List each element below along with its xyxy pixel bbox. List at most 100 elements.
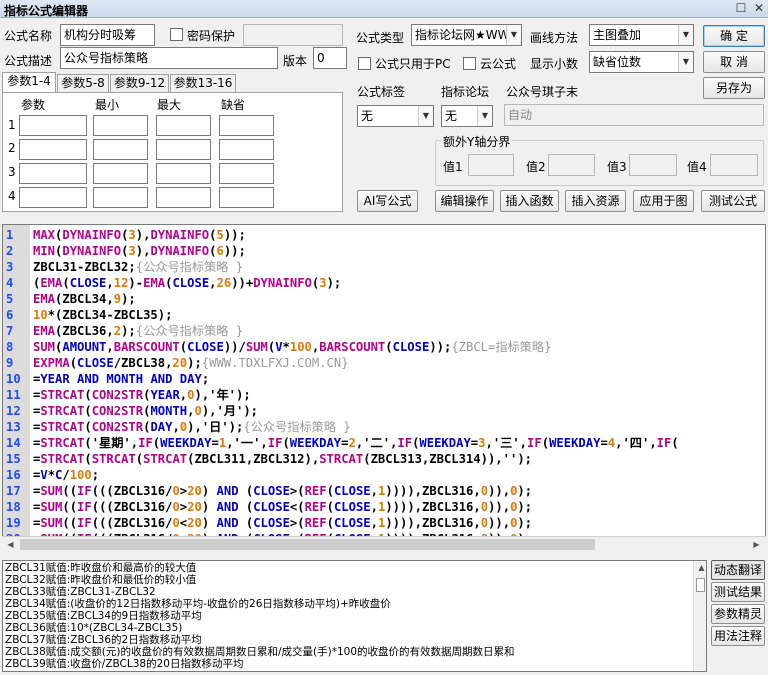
param-min-input[interactable] bbox=[93, 139, 148, 160]
code-line[interactable]: 12 =STRCAT(CON2STR(MONTH,0),'月'); bbox=[3, 403, 763, 419]
code-line[interactable]: 2 MIN(DYNAINFO(3),DYNAINFO(6)); bbox=[3, 243, 763, 259]
tab-params-5-8[interactable]: 参数5-8 bbox=[57, 74, 109, 92]
version-label: 版本 bbox=[283, 54, 308, 68]
formula-desc-input[interactable]: 公众号指标策略 bbox=[60, 47, 278, 69]
password-checkbox[interactable] bbox=[170, 28, 183, 41]
param-row-number: 3 bbox=[8, 165, 16, 179]
param-default-input[interactable] bbox=[219, 115, 274, 136]
decimals-select[interactable]: 缺省位数 ▼ bbox=[589, 51, 694, 73]
param-min-input[interactable] bbox=[93, 187, 148, 208]
formula-name-input[interactable]: 机构分时吸筹 bbox=[60, 24, 155, 46]
code-line[interactable]: 18 =SUM((IF(((ZBCL316/0>20) AND (CLOSE<(R… bbox=[3, 499, 763, 515]
close-icon[interactable]: ✕ bbox=[751, 1, 767, 16]
tab-params-1-4[interactable]: 参数1-4 bbox=[2, 72, 56, 93]
code-editor[interactable]: 1 MAX(DYNAINFO(3),DYNAINFO(5)); 2 MIN(DYNAI… bbox=[2, 224, 766, 552]
code-line[interactable]: 13 =STRCAT(CON2STR(DAY,0),'日');{公众号指标策略 } bbox=[3, 419, 763, 435]
tab-params-13-16[interactable]: 参数13-16 bbox=[170, 74, 236, 92]
scroll-right-icon[interactable]: ▶ bbox=[749, 538, 764, 552]
code-line[interactable]: 11 =STRCAT(CON2STR(YEAR,0),'年'); bbox=[3, 387, 763, 403]
wechat-input[interactable]: 自动 bbox=[504, 104, 764, 126]
param-min-input[interactable] bbox=[93, 115, 148, 136]
edit-ops-button[interactable]: 编辑操作 bbox=[435, 190, 494, 212]
translation-line: ZBCL38赋值:成交额(元)的收盘价的有效数据周期数日累和/成交量(手)*10… bbox=[5, 646, 515, 658]
line-number: 16 bbox=[3, 467, 30, 483]
code-line[interactable]: 3 ZBCL31-ZBCL32;{公众号指标策略 } bbox=[3, 259, 763, 275]
param-max-input[interactable] bbox=[156, 187, 211, 208]
code-line[interactable]: 14 =STRCAT('星期',IF(WEEKDAY=1,'一',IF(WEEKD… bbox=[3, 435, 763, 451]
line-number: 19 bbox=[3, 515, 30, 531]
code-text: =STRCAT('星期',IF(WEEKDAY=1,'一',IF(WEEKDAY… bbox=[33, 436, 679, 450]
test-results-button[interactable]: 测试结果 bbox=[711, 582, 765, 602]
scroll-left-icon[interactable]: ◀ bbox=[3, 538, 18, 552]
code-line[interactable]: 9 EXPMA(CLOSE/ZBCL38,20);{WWW.TDXLFXJ.COM… bbox=[3, 355, 763, 371]
code-line[interactable]: 6 10*(ZBCL34-ZBCL35); bbox=[3, 307, 763, 323]
param-max-input[interactable] bbox=[156, 163, 211, 184]
vertical-scrollbar[interactable]: ▲ bbox=[693, 561, 706, 671]
scrollbar-thumb[interactable] bbox=[696, 578, 705, 592]
chevron-down-icon: ▼ bbox=[678, 25, 693, 45]
dynamic-translate-button[interactable]: 动态翻译 bbox=[711, 560, 765, 580]
scrollbar-thumb[interactable] bbox=[20, 539, 595, 550]
param-min-input[interactable] bbox=[93, 163, 148, 184]
save-as-button[interactable]: 另存为 bbox=[703, 77, 765, 99]
code-line[interactable]: 1 MAX(DYNAINFO(3),DYNAINFO(5)); bbox=[3, 227, 763, 243]
code-line[interactable]: 5 EMA(ZBCL34,9); bbox=[3, 291, 763, 307]
translation-line: ZBCL33赋值:ZBCL31-ZBCL32 bbox=[5, 586, 156, 598]
formula-tag-label: 公式标签 bbox=[357, 85, 406, 99]
param-header-name: 参数 bbox=[21, 98, 46, 112]
usage-notes-button[interactable]: 用法注释 bbox=[711, 626, 765, 646]
param-name-input[interactable] bbox=[19, 115, 87, 136]
param-name-input[interactable] bbox=[19, 187, 87, 208]
y-axis-input-4[interactable] bbox=[710, 154, 758, 176]
code-line[interactable]: 15 =STRCAT(STRCAT(STRCAT(ZBCL311,ZBCL312)… bbox=[3, 451, 763, 467]
code-text: =STRCAT(STRCAT(STRCAT(ZBCL311,ZBCL312),S… bbox=[33, 452, 532, 466]
ai-write-button[interactable]: AI写公式 bbox=[357, 190, 418, 212]
code-line[interactable]: 16 =V*C/100; bbox=[3, 467, 763, 483]
param-wizard-button[interactable]: 参数精灵 bbox=[711, 604, 765, 624]
tab-params-9-12[interactable]: 参数9-12 bbox=[110, 74, 169, 92]
param-default-input[interactable] bbox=[219, 163, 274, 184]
password-input[interactable] bbox=[243, 24, 343, 46]
y-axis-label-4: 值4 bbox=[687, 160, 707, 174]
horizontal-scrollbar[interactable]: ◀ ▶ bbox=[2, 536, 766, 552]
code-line[interactable]: 19 =SUM((IF(((ZBCL316/0<20) AND (CLOSE>(R… bbox=[3, 515, 763, 531]
code-line[interactable]: 10 =YEAR AND MONTH AND DAY; bbox=[3, 371, 763, 387]
param-max-input[interactable] bbox=[156, 115, 211, 136]
y-axis-input-3[interactable] bbox=[629, 154, 677, 176]
cancel-button[interactable]: 取 消 bbox=[703, 51, 765, 73]
restore-icon[interactable]: ☐ bbox=[733, 1, 749, 16]
line-number: 17 bbox=[3, 483, 30, 499]
line-number: 11 bbox=[3, 387, 30, 403]
cloud-formula-checkbox[interactable] bbox=[463, 57, 476, 70]
formula-type-select[interactable]: 指标论坛网★WW ▼ bbox=[411, 24, 522, 46]
apply-to-chart-button[interactable]: 应用于图 bbox=[633, 190, 694, 212]
forum-select[interactable]: 无 ▼ bbox=[441, 105, 493, 127]
formula-tag-select[interactable]: 无 ▼ bbox=[357, 105, 434, 127]
param-name-input[interactable] bbox=[19, 139, 87, 160]
code-line[interactable]: 4 (EMA(CLOSE,12)-EMA(CLOSE,26))+DYNAINFO(… bbox=[3, 275, 763, 291]
y-axis-input-2[interactable] bbox=[548, 154, 595, 176]
y-axis-input-1[interactable] bbox=[468, 154, 514, 176]
translation-line: ZBCL32赋值:昨收盘价和最低价的较小值 bbox=[5, 574, 197, 586]
code-line[interactable]: 8 SUM(AMOUNT,BARSCOUNT(CLOSE))/SUM(V*100,… bbox=[3, 339, 763, 355]
code-text: =SUM((IF(((ZBCL316/0>20) AND (CLOSE>(REF… bbox=[33, 484, 533, 498]
param-max-input[interactable] bbox=[156, 139, 211, 160]
line-number: 15 bbox=[3, 451, 30, 467]
param-default-input[interactable] bbox=[219, 139, 274, 160]
wechat-label: 公众号琪子末 bbox=[506, 85, 579, 99]
param-default-input[interactable] bbox=[219, 187, 274, 208]
ok-button[interactable]: 确 定 bbox=[703, 25, 765, 47]
test-formula-button[interactable]: 测试公式 bbox=[701, 190, 765, 212]
version-input[interactable]: 0 bbox=[313, 47, 347, 69]
insert-function-button[interactable]: 插入函数 bbox=[500, 190, 559, 212]
scroll-up-icon[interactable]: ▲ bbox=[694, 561, 706, 575]
code-line[interactable]: 17 =SUM((IF(((ZBCL316/0>20) AND (CLOSE>(R… bbox=[3, 483, 763, 499]
insert-resource-button[interactable]: 插入资源 bbox=[565, 190, 626, 212]
param-name-input[interactable] bbox=[19, 163, 87, 184]
draw-method-select[interactable]: 主图叠加 ▼ bbox=[589, 24, 694, 46]
pc-only-checkbox[interactable] bbox=[358, 57, 371, 70]
code-text: =STRCAT(CON2STR(MONTH,0),'月'); bbox=[33, 404, 259, 418]
password-label: 密码保护 bbox=[187, 29, 236, 43]
code-line[interactable]: 7 EMA(ZBCL36,2);{公众号指标策略 } bbox=[3, 323, 763, 339]
window-title: 指标公式编辑器 bbox=[4, 4, 89, 18]
